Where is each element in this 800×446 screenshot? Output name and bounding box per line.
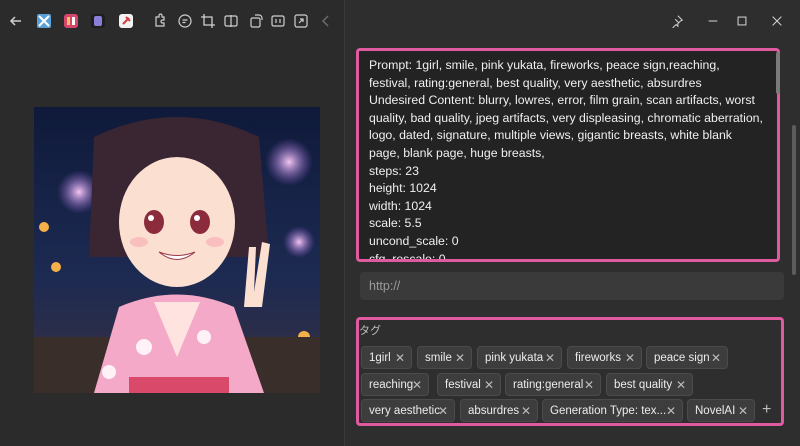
metadata-line-undesired: Undesired Content: blurry, lowres, error… bbox=[369, 93, 763, 160]
metadata-scrollbar[interactable] bbox=[776, 52, 780, 94]
metadata-textbox[interactable]: Prompt: 1girl, smile, pink yukata, firew… bbox=[356, 48, 780, 262]
close-icon[interactable]: ✕ bbox=[412, 378, 422, 392]
crop-icon[interactable] bbox=[198, 11, 218, 31]
maximize-icon[interactable] bbox=[731, 11, 753, 31]
pin-icon[interactable] bbox=[666, 11, 688, 31]
close-icon[interactable]: ✕ bbox=[584, 378, 594, 392]
tag-label: pink yukata bbox=[485, 351, 544, 364]
metadata-text: Prompt: 1girl, smile, pink yukata, firew… bbox=[369, 57, 764, 262]
metadata-line-prompt: Prompt: 1girl, smile, pink yukata, firew… bbox=[369, 58, 720, 90]
close-icon[interactable]: ✕ bbox=[521, 404, 531, 418]
tag-label: absurdres bbox=[468, 404, 520, 417]
url-placeholder: http:// bbox=[369, 279, 401, 293]
tag-chip[interactable]: peace sign ✕ bbox=[646, 346, 728, 369]
close-icon[interactable]: ✕ bbox=[738, 404, 748, 418]
app-icon-4[interactable] bbox=[116, 11, 136, 31]
url-input[interactable]: http:// bbox=[360, 272, 784, 300]
metadata-line-uncond-scale: uncond_scale: 0 bbox=[369, 233, 459, 248]
close-icon[interactable]: ✕ bbox=[545, 351, 555, 365]
tag-chip[interactable]: 1girl ✕ bbox=[361, 346, 412, 369]
metadata-line-width: width: 1024 bbox=[369, 198, 432, 213]
close-icon[interactable] bbox=[766, 11, 788, 31]
tag-chip[interactable]: NovelAI ✕ bbox=[687, 399, 755, 422]
tag-chip[interactable]: reaching ✕ bbox=[361, 373, 429, 396]
minimize-icon[interactable] bbox=[702, 11, 724, 31]
rotate-icon[interactable] bbox=[246, 11, 266, 31]
metadata-line-steps: steps: 23 bbox=[369, 163, 419, 178]
tag-chip[interactable]: fireworks ✕ bbox=[567, 346, 642, 369]
tag-chip[interactable]: very aesthetic ✕ bbox=[361, 399, 455, 422]
close-icon[interactable]: ✕ bbox=[676, 378, 686, 392]
close-icon[interactable]: ✕ bbox=[484, 378, 494, 392]
app-icon-1[interactable] bbox=[34, 11, 54, 31]
viewer-toolbar bbox=[0, 0, 345, 42]
tag-label: peace sign bbox=[654, 351, 710, 364]
close-icon[interactable]: ✕ bbox=[625, 351, 635, 365]
tag-label: 1girl bbox=[369, 351, 391, 364]
generated-image bbox=[34, 107, 320, 393]
metadata-line-cfg-rescale: cfg_rescale: 0 bbox=[369, 251, 446, 262]
tag-label: very aesthetic bbox=[369, 404, 440, 417]
app-icon-2[interactable] bbox=[61, 11, 81, 31]
tag-chip[interactable]: best quality ✕ bbox=[606, 373, 693, 396]
fit-icon[interactable] bbox=[268, 11, 288, 31]
pane-scrollbar[interactable] bbox=[792, 125, 796, 275]
close-icon[interactable]: ✕ bbox=[711, 351, 721, 365]
close-icon[interactable]: ✕ bbox=[395, 351, 405, 365]
tag-label: rating:general bbox=[513, 378, 584, 391]
add-tag-button[interactable]: + bbox=[762, 401, 771, 419]
tag-label: best quality bbox=[614, 378, 673, 391]
metadata-line-height: height: 1024 bbox=[369, 181, 437, 196]
tag-chip[interactable]: smile ✕ bbox=[417, 346, 472, 369]
tag-chip[interactable]: festival ✕ bbox=[437, 373, 501, 396]
chat-icon[interactable] bbox=[175, 11, 195, 31]
fullscreen-icon[interactable] bbox=[291, 11, 311, 31]
tag-label: smile bbox=[425, 351, 452, 364]
close-icon[interactable]: ✕ bbox=[666, 404, 676, 418]
tag-label: NovelAI bbox=[695, 404, 736, 417]
close-icon[interactable]: ✕ bbox=[455, 351, 465, 365]
flip-icon[interactable] bbox=[221, 11, 241, 31]
tag-label: festival bbox=[445, 378, 481, 391]
extension-icon[interactable] bbox=[150, 11, 170, 31]
back-arrow-icon[interactable] bbox=[6, 11, 26, 31]
tag-chip[interactable]: pink yukata ✕ bbox=[477, 346, 562, 369]
app-icon-3[interactable] bbox=[88, 11, 108, 31]
chevron-left-icon[interactable] bbox=[316, 11, 336, 31]
tag-label: reaching bbox=[369, 378, 414, 391]
tag-chip[interactable]: absurdres ✕ bbox=[460, 399, 538, 422]
close-icon[interactable]: ✕ bbox=[438, 404, 448, 418]
tag-chip[interactable]: rating:general ✕ bbox=[505, 373, 601, 396]
metadata-line-scale: scale: 5.5 bbox=[369, 216, 422, 231]
tag-chip[interactable]: Generation Type: tex... ✕ bbox=[542, 399, 683, 422]
tag-label: fireworks bbox=[575, 351, 622, 364]
image-viewer-pane bbox=[0, 0, 345, 446]
tags-label: タグ bbox=[359, 325, 381, 337]
tag-label: Generation Type: tex... bbox=[550, 404, 667, 417]
